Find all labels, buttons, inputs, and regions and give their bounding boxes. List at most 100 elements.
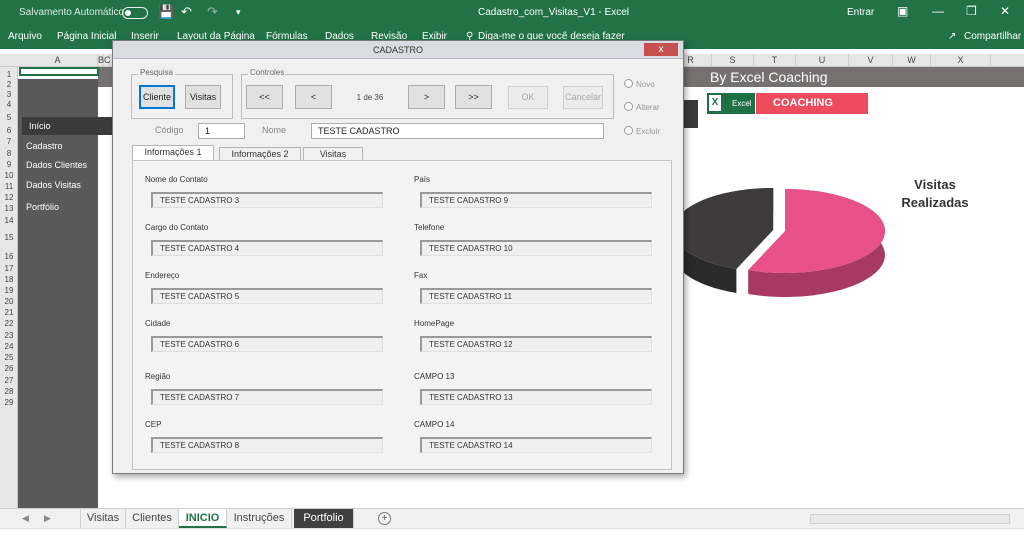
row-header[interactable]: 10 <box>0 171 18 180</box>
undo-icon[interactable]: ↶ <box>181 4 192 20</box>
row-header[interactable]: 25 <box>0 353 18 362</box>
row-header[interactable]: 17 <box>0 264 18 273</box>
coaching-logo: COACHING <box>756 93 868 114</box>
row-header[interactable]: 29 <box>0 398 18 407</box>
prev-sheet-icon[interactable]: ◀ <box>22 513 29 524</box>
maximize-icon[interactable]: ❐ <box>966 4 977 18</box>
sheet-tab-portfolio[interactable]: Portfolio <box>294 509 354 528</box>
horizontal-scrollbar[interactable] <box>810 514 1010 524</box>
visitas-button[interactable]: Visitas <box>185 85 221 109</box>
row-header[interactable]: 28 <box>0 387 18 396</box>
sheet-tab-visitas[interactable]: Visitas <box>80 509 126 528</box>
row-header[interactable]: 26 <box>0 364 18 373</box>
row-header[interactable]: 19 <box>0 286 18 295</box>
column-header[interactable]: U <box>796 54 849 67</box>
cancel-button[interactable]: Cancelar <box>563 86 603 109</box>
nav-dados-visitas[interactable]: Dados Visitas <box>18 176 98 194</box>
field-box[interactable]: TESTE CADASTRO 6 <box>151 336 383 352</box>
field-box[interactable]: TESTE CADASTRO 5 <box>151 288 383 304</box>
row-header[interactable]: 3 <box>0 90 18 99</box>
column-header[interactable]: V <box>849 54 893 67</box>
field-box[interactable]: TESTE CADASTRO 14 <box>420 437 652 453</box>
column-header[interactable]: S <box>712 54 754 67</box>
title-bar: Salvamento Automático 💾 ↶ ↷ ▾ Cadastro_c… <box>0 0 1024 25</box>
row-header[interactable]: 9 <box>0 160 18 169</box>
sheet-tab-inicio[interactable]: INICIO <box>179 509 227 528</box>
row-header[interactable]: 7 <box>0 137 18 146</box>
row-header[interactable]: 14 <box>0 216 18 225</box>
field-box[interactable]: TESTE CADASTRO 9 <box>420 192 652 208</box>
row-header[interactable]: 8 <box>0 149 18 158</box>
column-header[interactable]: X <box>931 54 991 67</box>
sheet-tab-instrucoes[interactable]: Instruções <box>227 509 292 528</box>
row-header[interactable]: 21 <box>0 308 18 317</box>
last-record-button[interactable]: >> <box>455 85 492 109</box>
row-header[interactable]: 2 <box>0 80 18 89</box>
row-header[interactable]: 27 <box>0 376 18 385</box>
tab-informacoes-2[interactable]: Informações 2 <box>219 147 301 161</box>
share-button[interactable]: Compartilhar <box>964 31 1021 42</box>
row-header[interactable]: 1 <box>0 70 18 79</box>
radio-excluir[interactable]: Excluir <box>624 126 660 136</box>
add-sheet-icon[interactable]: + <box>378 512 391 525</box>
tab-informacoes-1[interactable]: Informações 1 <box>132 145 214 161</box>
nav-cadastro[interactable]: Cadastro <box>18 137 98 155</box>
next-sheet-icon[interactable]: ▶ <box>44 513 51 524</box>
nav-inicio[interactable]: Início <box>22 117 116 135</box>
row-header[interactable]: 4 <box>0 100 18 109</box>
dialog-close-button[interactable]: x <box>644 43 678 56</box>
field-box[interactable]: TESTE CADASTRO 7 <box>151 389 383 405</box>
selected-cell[interactable] <box>19 67 99 76</box>
row-header[interactable]: 5 <box>0 113 18 122</box>
row-header[interactable]: 22 <box>0 319 18 328</box>
row-header[interactable]: 23 <box>0 331 18 340</box>
signin-link[interactable]: Entrar <box>847 7 874 18</box>
ok-button[interactable]: OK <box>508 86 548 109</box>
radio-alterar[interactable]: Alterar <box>624 102 660 112</box>
tab-arquivo[interactable]: Arquivo <box>8 31 42 42</box>
cliente-button[interactable]: Cliente <box>139 85 175 109</box>
minimize-icon[interactable]: — <box>932 4 944 18</box>
tab-pagina-inicial[interactable]: Página Inicial <box>57 31 116 42</box>
field-box[interactable]: TESTE CADASTRO 8 <box>151 437 383 453</box>
redo-icon[interactable]: ↷ <box>207 4 218 20</box>
cadastro-dialog: CADASTRO x Pesquisa Cliente Visitas Cont… <box>112 40 684 474</box>
field-label: Nome do Contato <box>145 175 208 184</box>
field-label: Endereço <box>145 271 180 280</box>
autosave-toggle[interactable] <box>122 7 148 19</box>
field-label: Fax <box>414 271 428 280</box>
first-record-button[interactable]: << <box>246 85 283 109</box>
next-record-button[interactable]: > <box>408 85 445 109</box>
field-box[interactable]: TESTE CADASTRO 13 <box>420 389 652 405</box>
row-header[interactable]: 20 <box>0 297 18 306</box>
column-header[interactable]: T <box>754 54 796 67</box>
row-header[interactable]: 15 <box>0 233 18 242</box>
nav-dados-clientes[interactable]: Dados Clientes <box>18 156 98 174</box>
row-header[interactable]: 12 <box>0 193 18 202</box>
row-header[interactable]: 6 <box>0 126 18 135</box>
ribbon-display-icon[interactable]: ▣ <box>897 4 908 18</box>
nome-field[interactable]: TESTE CADASTRO <box>311 123 604 139</box>
field-box[interactable]: TESTE CADASTRO 3 <box>151 192 383 208</box>
codigo-field[interactable]: 1 <box>198 123 245 139</box>
field-box[interactable]: TESTE CADASTRO 12 <box>420 336 652 352</box>
row-header[interactable]: 18 <box>0 275 18 284</box>
field-box[interactable]: TESTE CADASTRO 10 <box>420 240 652 256</box>
row-header[interactable]: 11 <box>0 182 18 191</box>
row-header[interactable]: 13 <box>0 204 18 213</box>
field-box[interactable]: TESTE CADASTRO 11 <box>420 288 652 304</box>
share-icon: ↗ <box>948 31 957 42</box>
customize-toolbar-icon[interactable]: ▾ <box>236 7 241 18</box>
radio-novo[interactable]: Novo <box>624 79 655 89</box>
column-header[interactable]: W <box>893 54 931 67</box>
save-icon[interactable]: 💾 <box>158 4 174 20</box>
tab-visitas[interactable]: Visitas <box>303 147 363 161</box>
field-box[interactable]: TESTE CADASTRO 4 <box>151 240 383 256</box>
column-header[interactable]: A <box>18 54 98 67</box>
nav-portfolio[interactable]: Portfólio <box>18 198 98 216</box>
row-header[interactable]: 16 <box>0 252 18 261</box>
row-header[interactable]: 24 <box>0 342 18 351</box>
previous-record-button[interactable]: < <box>295 85 332 109</box>
sheet-tab-clientes[interactable]: Clientes <box>126 509 179 528</box>
close-icon[interactable]: ✕ <box>1000 4 1010 18</box>
